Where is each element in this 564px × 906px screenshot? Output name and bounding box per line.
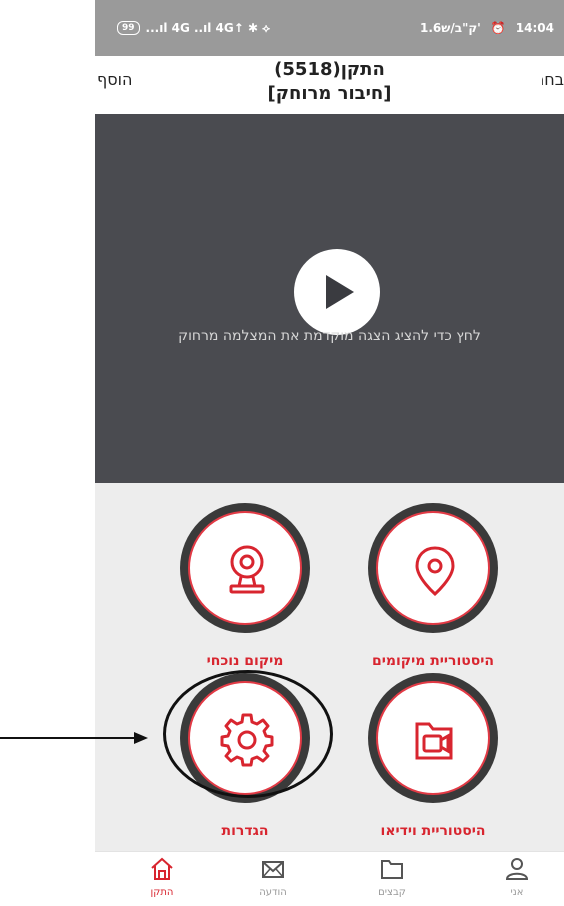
- current-location-ring: [180, 503, 310, 633]
- nav-me-label: אני: [510, 887, 524, 898]
- gear-icon: [220, 713, 274, 767]
- location-history-ring: [368, 503, 498, 633]
- current-location-circle: [188, 511, 302, 625]
- folder-icon: [381, 860, 403, 879]
- select-button[interactable]: בחר: [542, 70, 564, 89]
- home-icon: [151, 857, 173, 880]
- nav-device-label: התקן: [150, 887, 174, 898]
- play-button[interactable]: [294, 249, 380, 335]
- feature-grid: היסטוריית מיקומים מיקום נוכחי היסטוריית …: [95, 483, 564, 851]
- video-preview[interactable]: לחץ כדי להציג הצגה מוקדמת את המצלמה מרחו…: [95, 114, 564, 483]
- settings-circle: [188, 681, 302, 795]
- nav-me[interactable]: אני: [477, 856, 557, 898]
- current-location-label: מיקום נוכחי: [206, 653, 284, 669]
- webcam-icon: [229, 545, 265, 594]
- current-location-tile[interactable]: מיקום נוכחי: [170, 503, 320, 673]
- connection-mode: [חיבור מרוחק]: [267, 83, 392, 104]
- header-bar: התקן(5518) [חיבור מרוחק] הוסף בחר: [95, 56, 564, 114]
- add-button[interactable]: הוסף: [97, 70, 132, 89]
- nav-device[interactable]: התקן: [122, 856, 202, 898]
- network-speed: 1.6ק"ב/ש': [420, 21, 481, 35]
- location-history-circle: [376, 511, 490, 625]
- location-history-tile[interactable]: היסטוריית מיקומים: [358, 503, 508, 673]
- settings-label: הגדרות: [221, 823, 269, 839]
- settings-tile[interactable]: הגדרות: [170, 673, 320, 843]
- preview-hint: לחץ כדי להציג הצגה מוקדמת את המצלמה מרחו…: [178, 328, 481, 344]
- user-icon: [505, 858, 529, 880]
- nav-files-label: קבצים: [378, 887, 406, 898]
- location-history-label: היסטוריית מיקומים: [371, 653, 495, 669]
- nav-messages[interactable]: הודעה: [233, 856, 313, 898]
- video-folder-icon: [415, 722, 453, 760]
- nav-files[interactable]: קבצים: [352, 856, 432, 898]
- annotation-arrow: [0, 732, 148, 744]
- play-icon: [326, 275, 354, 309]
- settings-ring: [180, 673, 310, 803]
- phone-screen: 99 ...ıl 4G ..ıl 4G↑ ✱ ⟡ 1.6ק"ב/ש' ⏰ 14:…: [95, 0, 564, 906]
- location-pin-icon: [415, 546, 455, 597]
- video-history-tile[interactable]: היסטוריית וידיאו: [358, 673, 508, 843]
- status-left: 99 ...ıl 4G ..ıl 4G↑ ✱ ⟡: [117, 21, 270, 36]
- clock: 14:04: [515, 21, 554, 35]
- envelope-icon: [262, 861, 284, 878]
- nav-messages-label: הודעה: [259, 887, 287, 898]
- video-history-circle: [376, 681, 490, 795]
- status-bar: 99 ...ıl 4G ..ıl 4G↑ ✱ ⟡ 1.6ק"ב/ש' ⏰ 14:…: [95, 0, 564, 56]
- signal-icons: ...ıl 4G ..ıl 4G↑ ✱ ⟡: [145, 20, 271, 35]
- alarm-icon: ⏰: [490, 21, 506, 35]
- page-title: התקן(5518) [חיבור מרוחק]: [95, 58, 564, 106]
- video-history-ring: [368, 673, 498, 803]
- video-history-label: היסטוריית וידיאו: [380, 823, 486, 839]
- device-name: התקן(5518): [274, 59, 385, 80]
- bottom-nav: התקן הודעה קבצים אני: [95, 851, 564, 906]
- status-right: 1.6ק"ב/ש' ⏰ 14:04: [420, 21, 554, 35]
- battery-icon: 99: [117, 21, 140, 35]
